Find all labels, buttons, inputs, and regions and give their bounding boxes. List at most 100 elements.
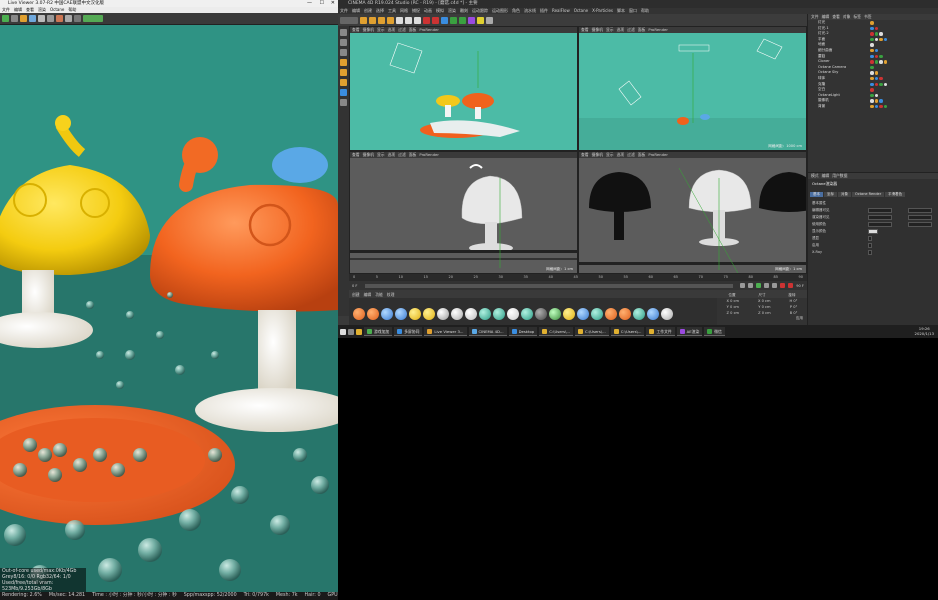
coord-field[interactable]: Z 0 cm xyxy=(727,310,740,316)
material-tag-icon[interactable] xyxy=(874,54,878,59)
region-icon[interactable] xyxy=(47,15,54,22)
menu-render[interactable]: 渲染 xyxy=(38,7,46,13)
mat-menu-create[interactable]: 创建 xyxy=(352,292,360,298)
attr-field[interactable] xyxy=(868,208,892,213)
menu-file[interactable]: 文件 xyxy=(2,7,10,13)
play-icon[interactable] xyxy=(756,283,762,288)
material-swatch[interactable] xyxy=(451,308,463,320)
material-swatch[interactable] xyxy=(605,308,617,320)
attr-field[interactable] xyxy=(868,222,892,227)
material-tag-icon[interactable] xyxy=(874,104,878,109)
material-tag-icon[interactable] xyxy=(870,26,874,31)
frame-end-field[interactable]: 90 F xyxy=(796,284,804,288)
texture-mode-icon[interactable] xyxy=(340,49,347,56)
restart-icon[interactable] xyxy=(29,15,36,22)
frame-range-slider[interactable] xyxy=(364,283,734,288)
c4d-menu-tools[interactable]: 工具 xyxy=(388,8,396,14)
c4d-menu-window[interactable]: 窗口 xyxy=(629,8,637,14)
taskbar-app[interactable]: AE渲染 xyxy=(676,327,703,336)
viewport-right[interactable]: 查看 摄像机 显示 选项 过滤 面板 ProRender 右视图 网格间距：1 … xyxy=(349,151,578,274)
attr-checkbox[interactable] xyxy=(868,250,872,255)
viewport-perspective[interactable]: 查看 摄像机 显示 选项 过滤 面板 ProRender 透视视图 xyxy=(349,26,578,151)
material-tag-icon[interactable] xyxy=(874,93,878,98)
material-tag-icon[interactable] xyxy=(870,21,874,25)
c4d-menu-xparticles[interactable]: X-Particles xyxy=(592,8,613,14)
material-swatch[interactable] xyxy=(409,308,421,320)
material-tag-icon[interactable] xyxy=(883,104,887,109)
z-axis-icon[interactable] xyxy=(414,16,421,24)
cube-icon[interactable] xyxy=(441,16,448,24)
array-icon[interactable] xyxy=(459,16,466,24)
y-axis-icon[interactable] xyxy=(405,16,412,24)
tab-coord[interactable]: 坐标 xyxy=(824,192,837,197)
model-mode-icon[interactable] xyxy=(340,39,347,46)
points-mode-icon[interactable] xyxy=(340,59,347,66)
maximize-icon[interactable]: ☐ xyxy=(320,0,324,7)
material-tag-icon[interactable] xyxy=(879,76,883,81)
material-tag-icon[interactable] xyxy=(879,60,883,64)
material-tag-icon[interactable] xyxy=(879,32,883,36)
move-tool-icon[interactable] xyxy=(360,16,367,24)
c4d-menu-select[interactable]: 选择 xyxy=(376,8,384,14)
material-tag-icon[interactable] xyxy=(874,26,878,31)
x-axis-icon[interactable] xyxy=(396,16,403,24)
viewport-front[interactable]: 查看 摄像机 显示 选项 过滤 面板 ProRender 正视图 网格间距：1 … xyxy=(578,151,807,274)
material-tag-icon[interactable] xyxy=(874,32,878,36)
material-tag-icon[interactable] xyxy=(874,71,878,75)
material-swatch[interactable] xyxy=(465,308,477,320)
material-tag-icon[interactable] xyxy=(870,99,874,103)
deformer-icon[interactable] xyxy=(468,16,475,24)
am-menu-mode[interactable]: 模式 xyxy=(811,173,819,179)
material-tag-icon[interactable] xyxy=(879,99,883,103)
material-tag-icon[interactable] xyxy=(879,37,883,42)
c4d-menu-render[interactable]: 渲染 xyxy=(448,8,456,14)
taskbar-app[interactable]: CINEMA 4D... xyxy=(468,327,507,336)
attr-checkbox[interactable] xyxy=(868,243,872,248)
c4d-menu-realflow[interactable]: RealFlow xyxy=(552,8,570,14)
material-swatch[interactable] xyxy=(633,308,645,320)
material-tag-icon[interactable] xyxy=(874,48,878,53)
make-editable-icon[interactable] xyxy=(340,29,347,36)
material-tag-icon[interactable] xyxy=(870,65,874,70)
menu-view[interactable]: 查看 xyxy=(26,7,34,13)
material-swatch[interactable] xyxy=(367,308,379,320)
material-tag-icon[interactable] xyxy=(874,82,878,87)
material-swatch[interactable] xyxy=(521,308,533,320)
coord-field[interactable]: Z 0 cm xyxy=(758,310,771,316)
go-start-icon[interactable] xyxy=(740,283,746,288)
next-frame-icon[interactable] xyxy=(764,283,770,288)
c4d-menu-pipeline[interactable]: 流水线 xyxy=(524,8,536,14)
snap-icon[interactable] xyxy=(340,99,347,106)
settings-icon[interactable] xyxy=(74,15,81,22)
kernel-select[interactable] xyxy=(83,15,103,22)
taskbar-app[interactable]: 微信 xyxy=(704,327,725,336)
c4d-menu-plugins[interactable]: 插件 xyxy=(540,8,548,14)
live-select-icon[interactable] xyxy=(387,16,394,24)
nurbs-icon[interactable] xyxy=(450,16,457,24)
material-tag-icon[interactable] xyxy=(879,54,883,59)
close-icon[interactable]: ✕ xyxy=(331,0,335,7)
c4d-menu-help[interactable]: 帮助 xyxy=(641,8,649,14)
taskbar-app[interactable]: C:\Users\... xyxy=(539,327,573,336)
c4d-menu-character[interactable]: 角色 xyxy=(512,8,520,14)
taskbar-app[interactable]: C:\Users\... xyxy=(574,327,609,336)
taskbar-app[interactable]: 多屏协同 xyxy=(394,327,423,336)
tab-octane-render[interactable]: Octane Render xyxy=(852,192,885,197)
edges-mode-icon[interactable] xyxy=(340,69,347,76)
material-tag-icon[interactable] xyxy=(870,48,874,53)
attr-field[interactable] xyxy=(868,215,892,220)
c4d-menu-octane[interactable]: Octane xyxy=(574,8,588,14)
material-tag-icon[interactable] xyxy=(879,104,883,109)
menu-edit[interactable]: 编辑 xyxy=(14,7,22,13)
start-render-icon[interactable] xyxy=(2,15,9,22)
render-settings-icon[interactable] xyxy=(432,16,439,24)
autokey-icon[interactable] xyxy=(788,283,794,288)
material-tag-icon[interactable] xyxy=(879,82,883,87)
c4d-menu-script[interactable]: 脚本 xyxy=(617,8,625,14)
render-view-icon[interactable] xyxy=(423,16,430,24)
light-icon[interactable] xyxy=(477,16,484,24)
c4d-menu-mesh[interactable]: 网格 xyxy=(400,8,408,14)
attr-checkbox[interactable] xyxy=(868,236,872,241)
taskbar-clock[interactable]: 19:26 2020/1/13 xyxy=(915,326,934,336)
c4d-menu-file[interactable]: 文件 xyxy=(340,8,348,14)
